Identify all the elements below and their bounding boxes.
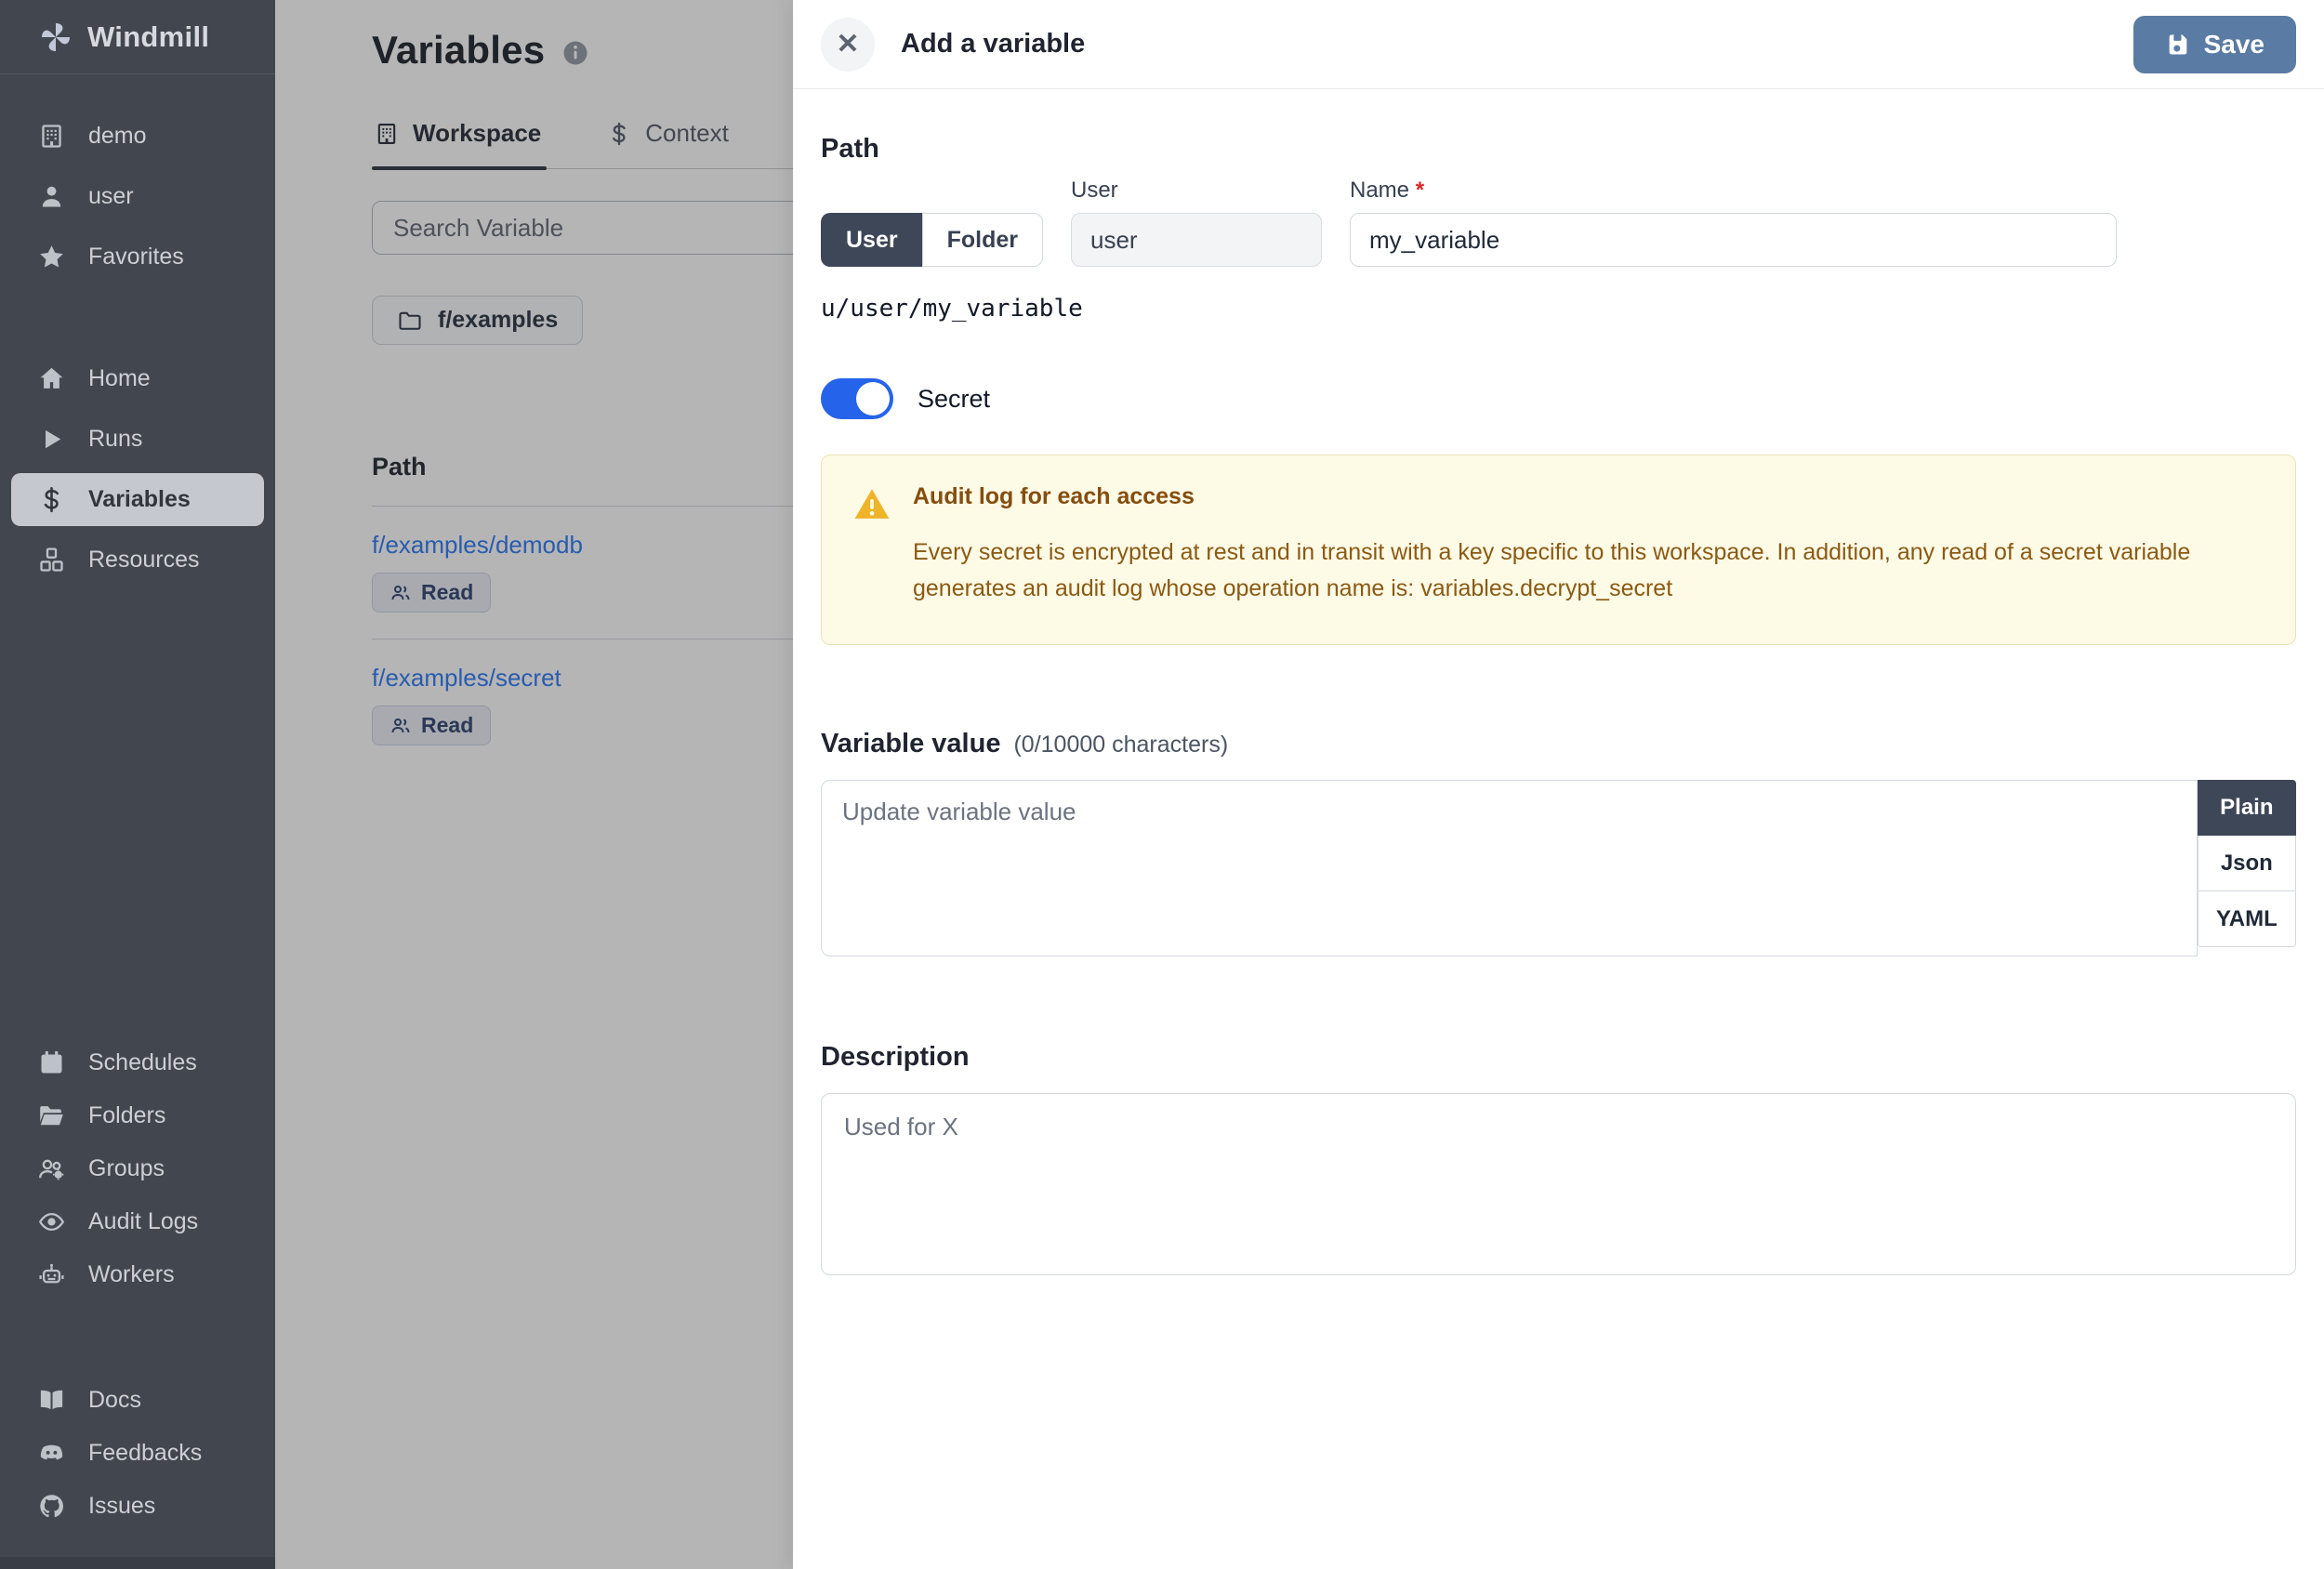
owner-user-button[interactable]: User	[821, 213, 922, 267]
home-icon	[37, 364, 66, 393]
sidebar-item-groups[interactable]: Groups	[0, 1142, 275, 1195]
save-button-label: Save	[2203, 29, 2265, 59]
variable-value-heading: Variable value	[821, 729, 1001, 758]
format-yaml-button[interactable]: YAML	[2197, 891, 2296, 947]
book-icon	[37, 1386, 66, 1415]
secret-toggle-label: Secret	[918, 384, 991, 413]
warning-content: Audit log for each access Every secret i…	[913, 483, 2264, 607]
sidebar-item-label: Schedules	[88, 1049, 197, 1075]
audit-warning-box: Audit log for each access Every secret i…	[821, 455, 2296, 645]
sidebar-item-folders[interactable]: Folders	[0, 1089, 275, 1142]
save-button[interactable]: Save	[2133, 15, 2296, 73]
description-textarea[interactable]	[821, 1093, 2296, 1275]
sidebar-item-workers[interactable]: Workers	[0, 1248, 275, 1301]
sidebar-item-resources[interactable]: Resources	[0, 530, 275, 590]
github-icon	[37, 1492, 66, 1521]
sidebar-item-label: Workers	[88, 1261, 175, 1287]
variable-value-editor: Plain Json YAML	[821, 780, 2296, 956]
warning-body: Every secret is encrypted at rest and in…	[913, 539, 2191, 601]
dollar-icon	[37, 485, 66, 514]
user-field-label: User	[1071, 178, 1118, 203]
variable-value-heading-row: Variable value (0/10000 characters)	[821, 729, 2296, 759]
full-path-preview: u/user/my_variable	[821, 295, 1083, 323]
close-icon: ✕	[836, 29, 860, 59]
format-tabs: Plain Json YAML	[2197, 780, 2296, 947]
logo[interactable]: Windmill	[0, 0, 275, 74]
sidebar-item-label: Resources	[88, 547, 200, 573]
sidebar-item-audit-logs[interactable]: Audit Logs	[0, 1195, 275, 1248]
save-icon	[2165, 32, 2191, 58]
sidebar-nav-group: Home Runs Variables Resources	[0, 349, 275, 590]
robot-icon	[37, 1260, 66, 1289]
sidebar-item-demo[interactable]: demo	[0, 106, 275, 166]
owner-type-toggle: User Folder	[821, 213, 1043, 267]
drawer-header: ✕ Add a variable Save	[793, 0, 2324, 89]
calendar-icon	[37, 1048, 66, 1077]
user-field: User	[1071, 178, 1322, 267]
sidebar-item-home[interactable]: Home	[0, 349, 275, 409]
name-field-label: Name *	[1350, 178, 2117, 204]
sidebar-item-label: Favorites	[88, 244, 184, 270]
groups-icon	[37, 1154, 66, 1183]
sidebar-item-issues[interactable]: Issues	[0, 1480, 275, 1533]
name-field: Name *	[1350, 178, 2117, 267]
variable-value-textarea[interactable]	[821, 780, 2198, 956]
windmill-logo-icon	[37, 19, 74, 56]
user-input[interactable]	[1071, 213, 1322, 267]
sidebar-item-runs[interactable]: Runs	[0, 409, 275, 469]
drawer-title: Add a variable	[901, 29, 1086, 59]
sidebar-item-label: Docs	[88, 1387, 141, 1413]
toggle-knob	[856, 382, 890, 415]
sidebar-item-label: Variables	[88, 486, 191, 512]
eye-icon	[37, 1207, 66, 1236]
add-variable-drawer: ✕ Add a variable Save Path User Folder U…	[793, 0, 2324, 1569]
sidebar-item-label: Audit Logs	[88, 1208, 199, 1234]
sidebar-admin-group: Schedules Folders Groups Audit Logs Work…	[0, 1036, 275, 1301]
play-icon	[37, 425, 66, 454]
sidebar-item-label: demo	[88, 123, 147, 149]
sidebar-item-label: Home	[88, 365, 151, 391]
star-icon	[37, 243, 66, 271]
discord-icon	[37, 1439, 66, 1468]
secret-toggle[interactable]	[821, 378, 893, 419]
path-section-heading: Path	[821, 134, 879, 164]
sidebar-item-variables[interactable]: Variables	[11, 473, 264, 526]
format-json-button[interactable]: Json	[2197, 836, 2296, 891]
required-asterisk: *	[1415, 178, 1425, 203]
name-input[interactable]	[1350, 213, 2117, 267]
logo-text: Windmill	[87, 20, 210, 53]
sidebar-meta-group: Docs Feedbacks Issues	[0, 1374, 275, 1533]
warning-icon	[853, 485, 891, 522]
drawer-backdrop[interactable]	[275, 0, 793, 1569]
folder-open-icon	[37, 1101, 66, 1130]
path-fields-row: User Folder User Name *	[821, 178, 2296, 267]
windmill-app: Windmill demo user Favorites Home Runs V…	[0, 0, 2324, 1569]
cubes-icon	[37, 546, 66, 574]
warning-title: Audit log for each access	[913, 483, 1195, 509]
sidebar-item-docs[interactable]: Docs	[0, 1374, 275, 1427]
sidebar-item-label: Folders	[88, 1102, 166, 1128]
secret-row: Secret	[821, 378, 2296, 419]
name-label-text: Name	[1350, 178, 1410, 203]
sidebar-item-favorites[interactable]: Favorites	[0, 227, 275, 287]
description-heading: Description	[821, 1042, 970, 1072]
sidebar-item-schedules[interactable]: Schedules	[0, 1036, 275, 1089]
sidebar-item-feedbacks[interactable]: Feedbacks	[0, 1427, 275, 1480]
person-icon	[37, 182, 66, 211]
sidebar-bottom-strip	[0, 1557, 275, 1569]
owner-folder-button[interactable]: Folder	[921, 213, 1043, 267]
sidebar-item-label: user	[88, 183, 134, 209]
sidebar-item-user[interactable]: user	[0, 166, 275, 227]
sidebar-item-label: Runs	[88, 426, 143, 452]
format-plain-button[interactable]: Plain	[2197, 780, 2296, 836]
character-counter: (0/10000 characters)	[1013, 732, 1229, 758]
sidebar-item-label: Feedbacks	[88, 1440, 203, 1466]
drawer-body: Path User Folder User Name * u/user/my_v…	[793, 89, 2324, 1280]
sidebar-item-label: Issues	[88, 1493, 156, 1519]
sidebar-workspace-group: demo user Favorites	[0, 106, 275, 287]
building-icon	[37, 122, 66, 151]
sidebar: Windmill demo user Favorites Home Runs V…	[0, 0, 275, 1569]
close-button[interactable]: ✕	[821, 17, 875, 72]
sidebar-item-label: Groups	[88, 1155, 165, 1181]
